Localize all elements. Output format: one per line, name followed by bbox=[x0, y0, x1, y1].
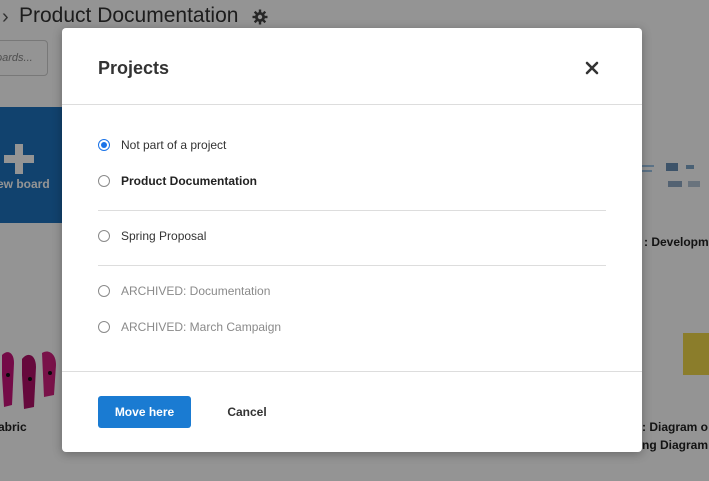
project-option-archived-documentation[interactable]: ARCHIVED: Documentation bbox=[98, 281, 270, 301]
radio-button[interactable] bbox=[98, 139, 110, 151]
project-option-none[interactable]: Not part of a project bbox=[98, 135, 226, 155]
dialog-title: Projects bbox=[98, 58, 170, 78]
project-option-label: ARCHIVED: March Campaign bbox=[121, 320, 282, 334]
divider bbox=[98, 210, 606, 211]
divider bbox=[98, 265, 606, 266]
radio-button[interactable] bbox=[98, 175, 110, 187]
project-option-label: Not part of a project bbox=[121, 138, 227, 152]
radio-button[interactable] bbox=[98, 285, 110, 297]
divider bbox=[62, 371, 642, 372]
projects-dialog: Projects Not part of a project Product D… bbox=[62, 28, 642, 452]
cancel-button[interactable]: Cancel bbox=[212, 396, 282, 428]
project-option-label: Spring Proposal bbox=[121, 229, 207, 243]
radio-button[interactable] bbox=[98, 230, 110, 242]
project-option-archived-march-campaign[interactable]: ARCHIVED: March Campaign bbox=[98, 317, 281, 337]
close-icon[interactable] bbox=[582, 58, 602, 78]
divider bbox=[62, 104, 642, 105]
move-here-button[interactable]: Move here bbox=[98, 396, 191, 428]
project-option-product-documentation[interactable]: Product Documentation bbox=[98, 171, 257, 191]
project-option-label: ARCHIVED: Documentation bbox=[121, 284, 271, 298]
project-option-label: Product Documentation bbox=[121, 174, 258, 188]
radio-button[interactable] bbox=[98, 321, 110, 333]
project-option-spring-proposal[interactable]: Spring Proposal bbox=[98, 226, 206, 246]
